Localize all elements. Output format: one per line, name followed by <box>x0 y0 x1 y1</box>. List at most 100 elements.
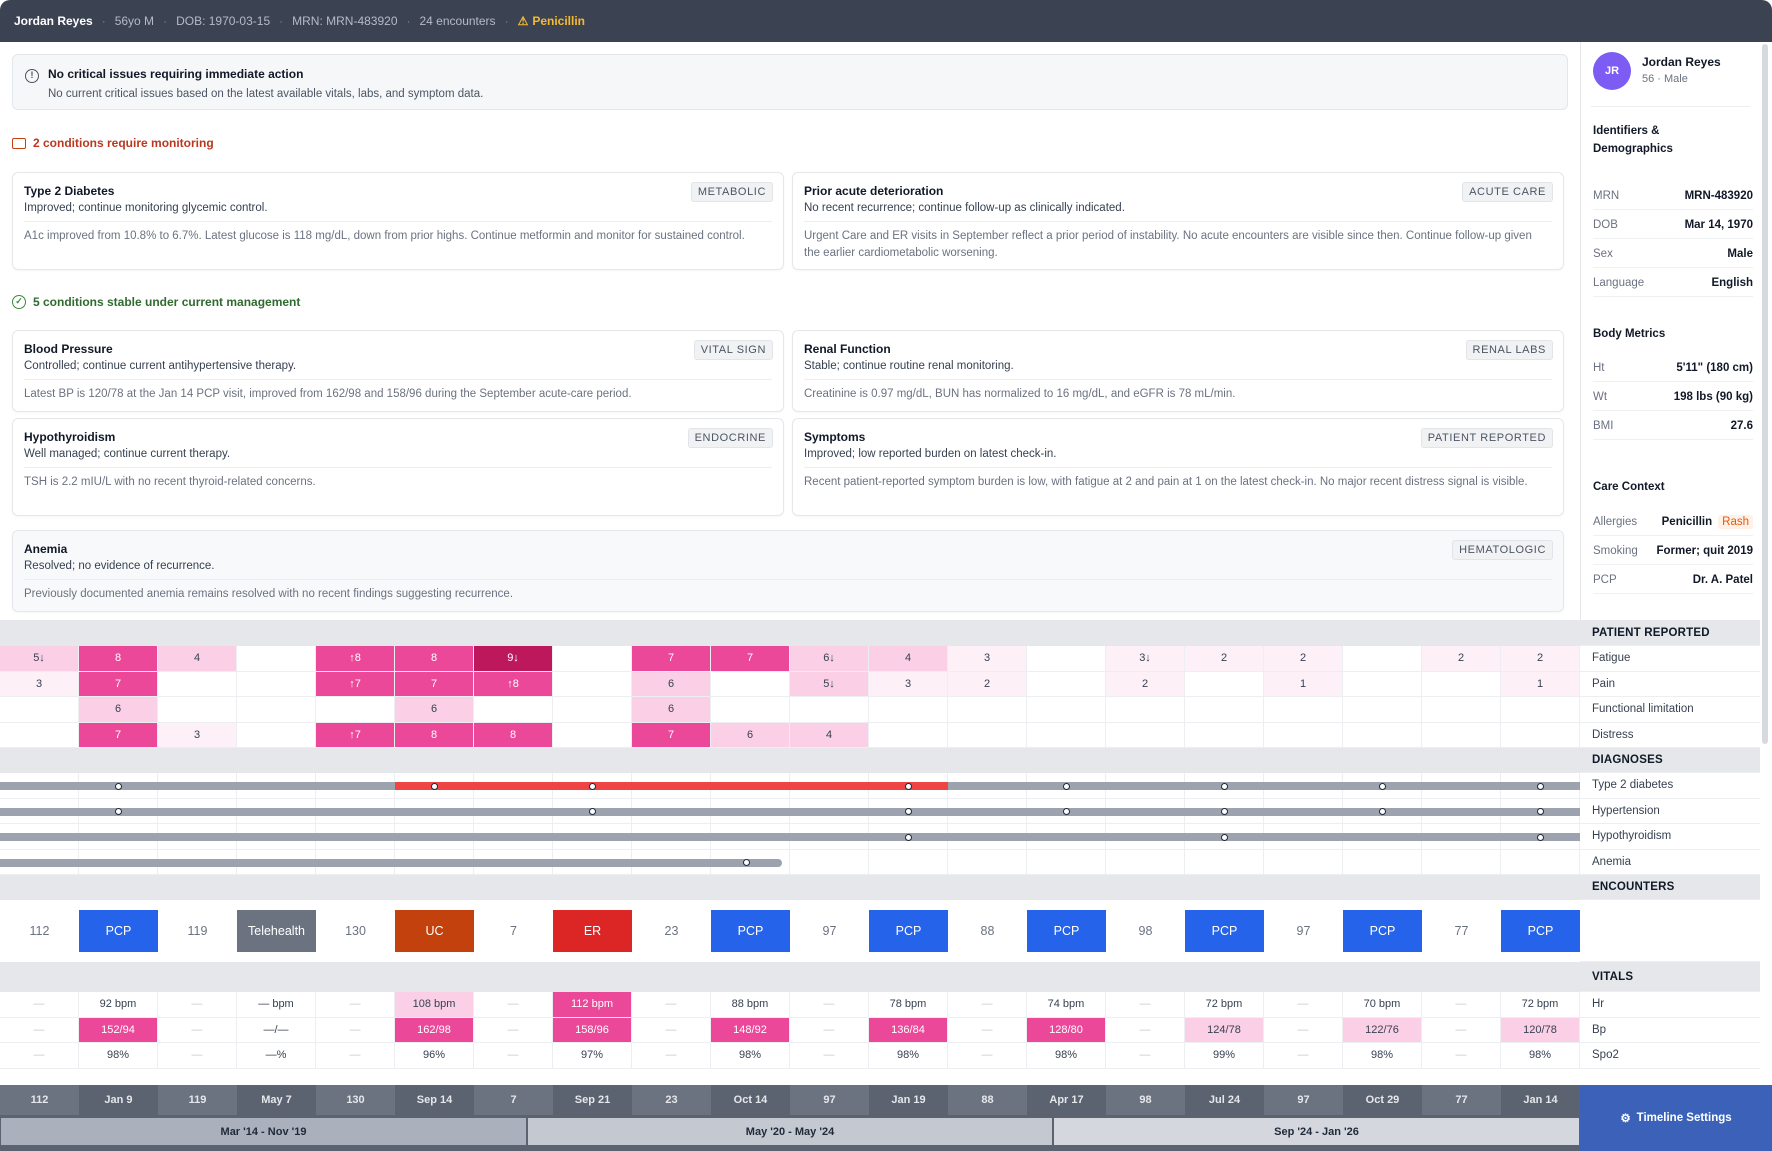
vital-cell[interactable]: 98% <box>869 1043 948 1069</box>
symptom-cell[interactable]: 4 <box>790 722 869 748</box>
symptom-cell[interactable] <box>0 722 79 748</box>
symptom-cell[interactable] <box>1343 646 1422 672</box>
vital-cell[interactable]: 97% <box>553 1043 632 1069</box>
vital-cell[interactable]: 70 bpm <box>1343 992 1422 1018</box>
vital-cell[interactable]: — <box>790 1017 869 1043</box>
symptom-cell[interactable] <box>1422 722 1501 748</box>
diagnosis-event-dot[interactable] <box>1379 808 1386 815</box>
axis-tick-label[interactable]: 88 <box>948 1085 1027 1115</box>
diagnosis-event-dot[interactable] <box>115 782 122 790</box>
diagnosis-event-dot[interactable] <box>431 782 438 790</box>
symptom-cell[interactable] <box>790 697 869 723</box>
vital-cell[interactable]: 98% <box>711 1043 790 1069</box>
vital-cell[interactable]: 122/76 <box>1343 1017 1422 1043</box>
symptom-cell[interactable] <box>0 697 79 723</box>
vital-cell[interactable]: — <box>632 992 711 1018</box>
axis-tick-label[interactable]: May 7 <box>237 1085 316 1115</box>
axis-tick-label[interactable]: 77 <box>1422 1085 1501 1115</box>
diagnosis-event-dot[interactable] <box>589 782 596 790</box>
encounter-badge[interactable]: UC <box>395 910 474 952</box>
vital-cell[interactable]: — <box>1422 1043 1501 1069</box>
diagnosis-event-dot[interactable] <box>1063 782 1070 790</box>
axis-tick-label[interactable]: Oct 14 <box>711 1085 790 1115</box>
diagnosis-event-dot[interactable] <box>1379 782 1386 790</box>
condition-card-thyroid[interactable]: Hypothyroidism ENDOCRINE Well managed; c… <box>12 418 784 516</box>
encounter-badge[interactable]: PCP <box>1185 910 1264 952</box>
symptom-cell[interactable]: 2 <box>1106 671 1185 697</box>
symptom-cell[interactable]: 6 <box>395 697 474 723</box>
symptom-cell[interactable] <box>1185 722 1264 748</box>
vital-cell[interactable]: 112 bpm <box>553 992 632 1018</box>
vital-cell[interactable]: — <box>1264 1043 1343 1069</box>
monitoring-section-header[interactable]: 2 conditions require monitoring <box>12 136 214 150</box>
condition-card-bp[interactable]: Blood Pressure VITAL SIGN Controlled; co… <box>12 330 784 412</box>
symptom-cell[interactable] <box>553 671 632 697</box>
vital-cell[interactable]: — <box>1422 992 1501 1018</box>
vital-cell[interactable]: 98% <box>1343 1043 1422 1069</box>
symptom-cell[interactable]: 5↓ <box>790 671 869 697</box>
vital-cell[interactable]: — <box>1106 1017 1185 1043</box>
symptom-cell[interactable] <box>1106 722 1185 748</box>
symptom-cell[interactable] <box>1027 722 1106 748</box>
encounter-badge[interactable]: PCP <box>1501 910 1580 952</box>
symptom-cell[interactable] <box>1343 671 1422 697</box>
vital-cell[interactable]: — <box>316 1043 395 1069</box>
axis-tick-label[interactable]: 97 <box>1264 1085 1343 1115</box>
date-range-segment[interactable]: Mar '14 - Nov '19 <box>1 1118 526 1145</box>
symptom-cell[interactable]: 6 <box>632 671 711 697</box>
symptom-cell[interactable]: 8 <box>474 722 553 748</box>
symptom-cell[interactable]: 6 <box>711 722 790 748</box>
axis-tick-label[interactable]: Oct 29 <box>1343 1085 1422 1115</box>
vital-cell[interactable]: — <box>790 992 869 1018</box>
symptom-cell[interactable] <box>553 722 632 748</box>
symptom-cell[interactable]: 2 <box>1264 646 1343 672</box>
symptom-cell[interactable]: 3 <box>0 671 79 697</box>
diagnosis-bar[interactable] <box>0 807 1580 816</box>
date-range-segment[interactable]: May '20 - May '24 <box>528 1118 1052 1145</box>
vital-cell[interactable]: — <box>158 1017 237 1043</box>
axis-tick-label[interactable]: Jan 9 <box>79 1085 158 1115</box>
symptom-cell[interactable] <box>1501 722 1580 748</box>
symptom-cell[interactable] <box>1422 697 1501 723</box>
vital-cell[interactable]: 92 bpm <box>79 992 158 1018</box>
symptom-cell[interactable]: 2 <box>948 671 1027 697</box>
diagnosis-bar[interactable] <box>948 782 1580 790</box>
symptom-cell[interactable] <box>1185 671 1264 697</box>
symptom-cell[interactable]: 6↓ <box>790 646 869 672</box>
vital-cell[interactable]: — <box>158 1043 237 1069</box>
encounter-badge[interactable]: PCP <box>1343 910 1422 952</box>
axis-tick-label[interactable]: 7 <box>474 1085 553 1115</box>
encounter-badge[interactable]: PCP <box>869 910 948 952</box>
symptom-cell[interactable] <box>158 671 237 697</box>
symptom-cell[interactable] <box>948 722 1027 748</box>
symptom-cell[interactable]: 9↓ <box>474 646 553 672</box>
symptom-cell[interactable] <box>237 722 316 748</box>
symptom-cell[interactable] <box>237 671 316 697</box>
vital-cell[interactable]: 158/96 <box>553 1017 632 1043</box>
symptom-cell[interactable] <box>869 697 948 723</box>
vital-cell[interactable]: — <box>0 992 79 1018</box>
symptom-cell[interactable] <box>158 697 237 723</box>
symptom-cell[interactable]: 2 <box>1185 646 1264 672</box>
axis-tick-label[interactable]: 130 <box>316 1085 395 1115</box>
axis-tick-label[interactable]: 98 <box>1106 1085 1185 1115</box>
condition-card-symptoms[interactable]: Symptoms PATIENT REPORTED Improved; low … <box>792 418 1564 516</box>
symptom-cell[interactable]: 7 <box>632 646 711 672</box>
vital-cell[interactable]: — <box>790 1043 869 1069</box>
vital-cell[interactable]: — <box>1264 1017 1343 1043</box>
vital-cell[interactable]: 128/80 <box>1027 1017 1106 1043</box>
symptom-cell[interactable] <box>1027 646 1106 672</box>
vital-cell[interactable]: 98% <box>1501 1043 1580 1069</box>
diagnosis-event-dot[interactable] <box>1221 782 1228 790</box>
symptom-cell[interactable]: 3 <box>869 671 948 697</box>
vital-cell[interactable]: — <box>948 1043 1027 1069</box>
vital-cell[interactable]: 162/98 <box>395 1017 474 1043</box>
axis-tick-label[interactable]: Jul 24 <box>1185 1085 1264 1115</box>
symptom-cell[interactable]: 3 <box>158 722 237 748</box>
condition-card-acute[interactable]: Prior acute deterioration ACUTE CARE No … <box>792 172 1564 270</box>
symptom-cell[interactable]: 8 <box>79 646 158 672</box>
symptom-cell[interactable] <box>711 697 790 723</box>
vital-cell[interactable]: — <box>1106 992 1185 1018</box>
symptom-cell[interactable]: 6 <box>632 697 711 723</box>
diagnosis-event-dot[interactable] <box>905 833 912 841</box>
